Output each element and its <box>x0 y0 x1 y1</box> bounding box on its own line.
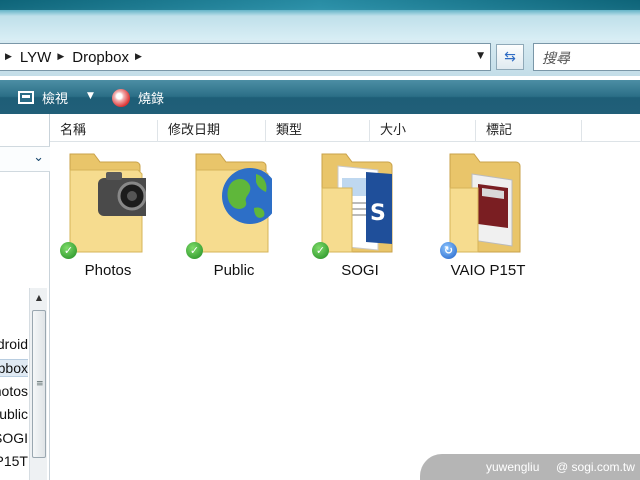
watermark-author: yuwengliu <box>486 460 540 474</box>
nav-item-dropbox[interactable]: Dropbox <box>0 359 28 377</box>
nav-item-android[interactable]: Android <box>0 336 28 352</box>
column-name[interactable]: 名稱 <box>50 120 158 142</box>
nav-scrollbar[interactable]: ▲ ≡ <box>29 288 47 480</box>
breadcrumb-lyw[interactable]: LYW <box>20 49 51 66</box>
search-input[interactable]: 搜尋 <box>533 43 640 71</box>
folder-label: Photos <box>84 262 132 279</box>
views-button[interactable]: 檢視 <box>18 88 68 107</box>
breadcrumb-chevron-icon[interactable]: ▶ <box>57 52 64 62</box>
breadcrumb-chevron-icon[interactable]: ▶ <box>5 52 12 62</box>
views-label: 檢視 <box>42 92 69 107</box>
nav-item-sogi[interactable]: SOGI <box>0 430 28 446</box>
folders-header[interactable]: ⌄ <box>0 146 50 172</box>
watermark: yuwengliu @ sogi.com.tw <box>420 454 640 480</box>
refresh-icon: ⇆ <box>504 49 516 65</box>
folder-item-public[interactable]: ✓ Public <box>174 144 294 284</box>
chevron-down-icon[interactable]: ⌄ <box>33 150 44 165</box>
breadcrumb-dropbox[interactable]: Dropbox <box>72 49 129 66</box>
column-size[interactable]: 大小 <box>370 120 476 142</box>
grip-icon: ≡ <box>36 379 44 389</box>
syncing-icon: ↻ <box>440 242 457 259</box>
burn-button[interactable]: 燒錄 <box>112 88 164 107</box>
nav-item-public[interactable]: Public <box>0 406 28 422</box>
file-list: 名稱 修改日期 類型 大小 標記 ✓ Photos ✓ Public S ✓ S… <box>50 114 640 480</box>
synced-check-icon: ✓ <box>312 242 329 259</box>
folder-label: SOGI <box>341 262 379 279</box>
column-date-modified[interactable]: 修改日期 <box>158 120 266 142</box>
nav-item-photos[interactable]: Photos <box>0 383 28 399</box>
folder-item-photos[interactable]: ✓ Photos <box>48 144 168 284</box>
documents-folder-icon: S <box>321 153 393 253</box>
address-history-dropdown-icon[interactable]: ▼ <box>477 51 484 61</box>
globe-folder-icon <box>195 153 272 253</box>
column-tags[interactable]: 標記 <box>476 120 582 142</box>
column-header-row: 名稱 修改日期 類型 大小 標記 <box>50 120 640 142</box>
refresh-button[interactable]: ⇆ <box>496 44 524 70</box>
window-frame-glow <box>0 0 640 10</box>
folder-label: VAIO P15T <box>450 262 526 279</box>
scroll-up-arrow-icon[interactable]: ▲ <box>30 288 48 306</box>
address-bar[interactable]: ▶ LYW ▶ Dropbox ▶ ▼ <box>0 43 491 71</box>
nav-item-vaio[interactable]: VAIO P15T <box>0 453 28 469</box>
burn-label: 燒錄 <box>138 92 165 107</box>
views-icon <box>18 91 34 104</box>
svg-text:S: S <box>370 201 386 226</box>
folder-item-vaio-p15t[interactable]: ↻ VAIO P15T <box>428 144 548 284</box>
folder-label: Public <box>213 262 255 279</box>
window-frame <box>0 0 640 40</box>
folder-item-sogi[interactable]: S ✓ SOGI <box>300 144 420 284</box>
address-bar-row: ▶ LYW ▶ Dropbox ▶ ▼ ⇆ 搜尋 <box>0 40 640 76</box>
synced-check-icon: ✓ <box>186 242 203 259</box>
command-bar: 檢視 ▼ 燒錄 <box>0 80 640 114</box>
watermark-site: @ sogi.com.tw <box>556 460 635 474</box>
views-dropdown-icon[interactable]: ▼ <box>87 91 94 101</box>
laptop-folder-icon <box>449 153 521 253</box>
camera-folder-icon <box>69 153 146 253</box>
synced-check-icon: ✓ <box>60 242 77 259</box>
burn-disc-icon <box>112 88 130 107</box>
scroll-thumb[interactable]: ≡ <box>32 310 46 458</box>
breadcrumb-chevron-icon[interactable]: ▶ <box>135 52 142 62</box>
column-type[interactable]: 類型 <box>266 120 370 142</box>
